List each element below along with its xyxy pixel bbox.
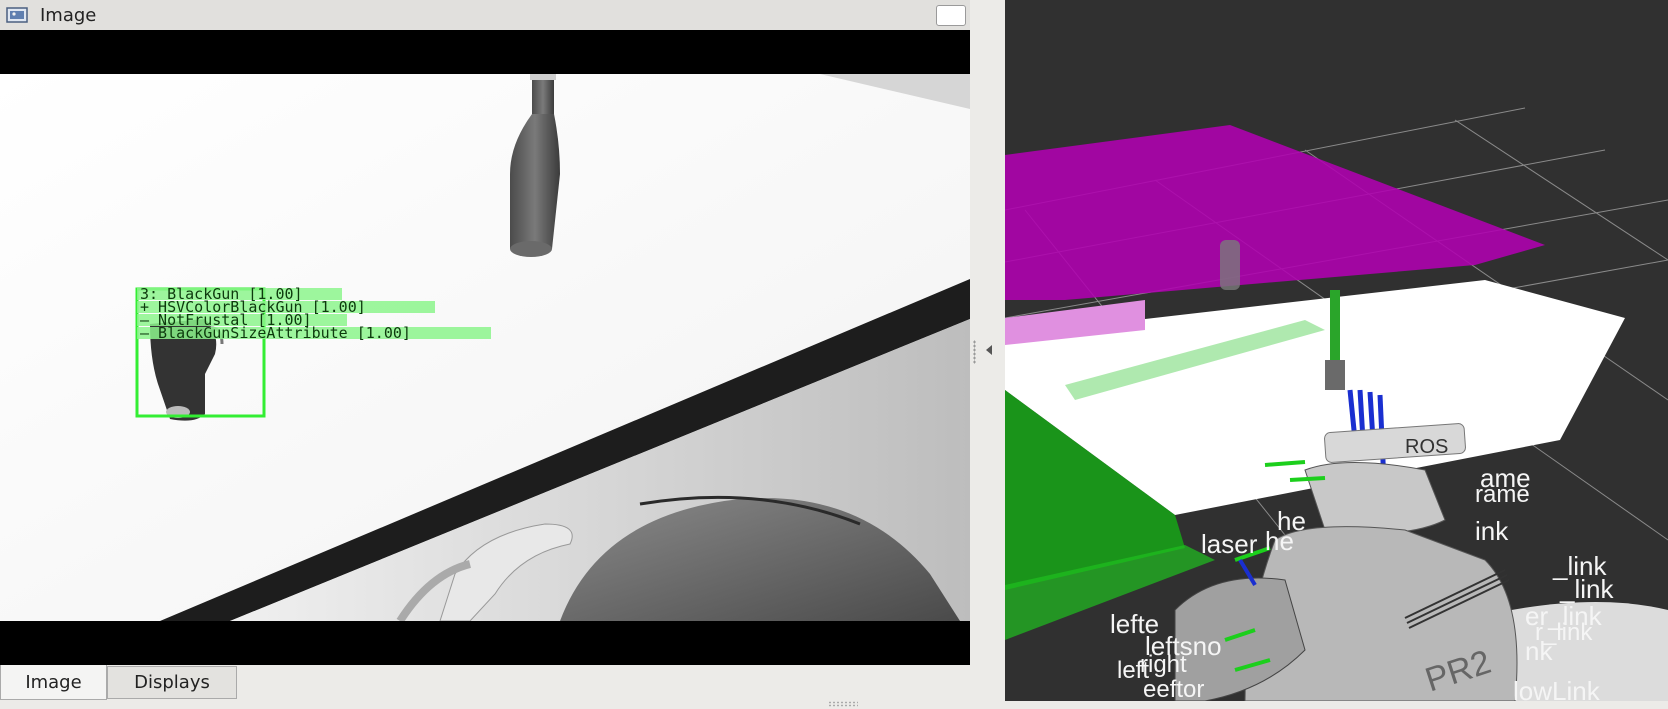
image-viewer-icon	[6, 7, 28, 23]
bottom-resize-grip-icon[interactable]	[828, 701, 858, 707]
rviz-scene: ROS PR2 laser he he ame rame ink _link _…	[1005, 107, 1668, 701]
ros-logo: ROS	[1405, 436, 1448, 458]
image-view-panel: 3: BlackGun [1.00] + HSVColorBlackGun [1…	[0, 30, 970, 665]
frame-label-1: laser	[1201, 529, 1258, 559]
camera-image: 3: BlackGun [1.00] + HSVColorBlackGun [1…	[0, 74, 970, 621]
frame-label-15: lowLink	[1513, 676, 1601, 701]
window-title-bar: Image	[0, 0, 970, 31]
frame-label-16: right	[1140, 651, 1187, 678]
collapse-arrow-icon[interactable]	[986, 345, 992, 355]
tab-displays[interactable]: Displays	[107, 666, 237, 699]
frame-label-17: eeftor	[1143, 676, 1204, 701]
frame-label-11: nk	[1525, 636, 1553, 666]
rviz-3d-view[interactable]: ROS PR2 laser he he ame rame ink _link _…	[1005, 0, 1668, 701]
magenta-plane	[1005, 125, 1545, 300]
frame-label-3: he	[1265, 526, 1294, 556]
window-title: Image	[40, 5, 97, 26]
frame-label-6: ink	[1475, 516, 1509, 546]
bottom-tab-bar: Image Displays	[0, 665, 970, 709]
detection-line-4: – BlackGunSizeAttribute [1.00]	[140, 324, 411, 342]
window-float-button[interactable]	[936, 5, 966, 26]
scene-bottle	[1220, 240, 1240, 290]
frame-label-5: rame	[1475, 481, 1530, 508]
tab-image[interactable]: Image	[0, 665, 107, 700]
splitter-grip-icon[interactable]	[973, 340, 976, 364]
frame-label-8: _link	[1559, 574, 1614, 604]
